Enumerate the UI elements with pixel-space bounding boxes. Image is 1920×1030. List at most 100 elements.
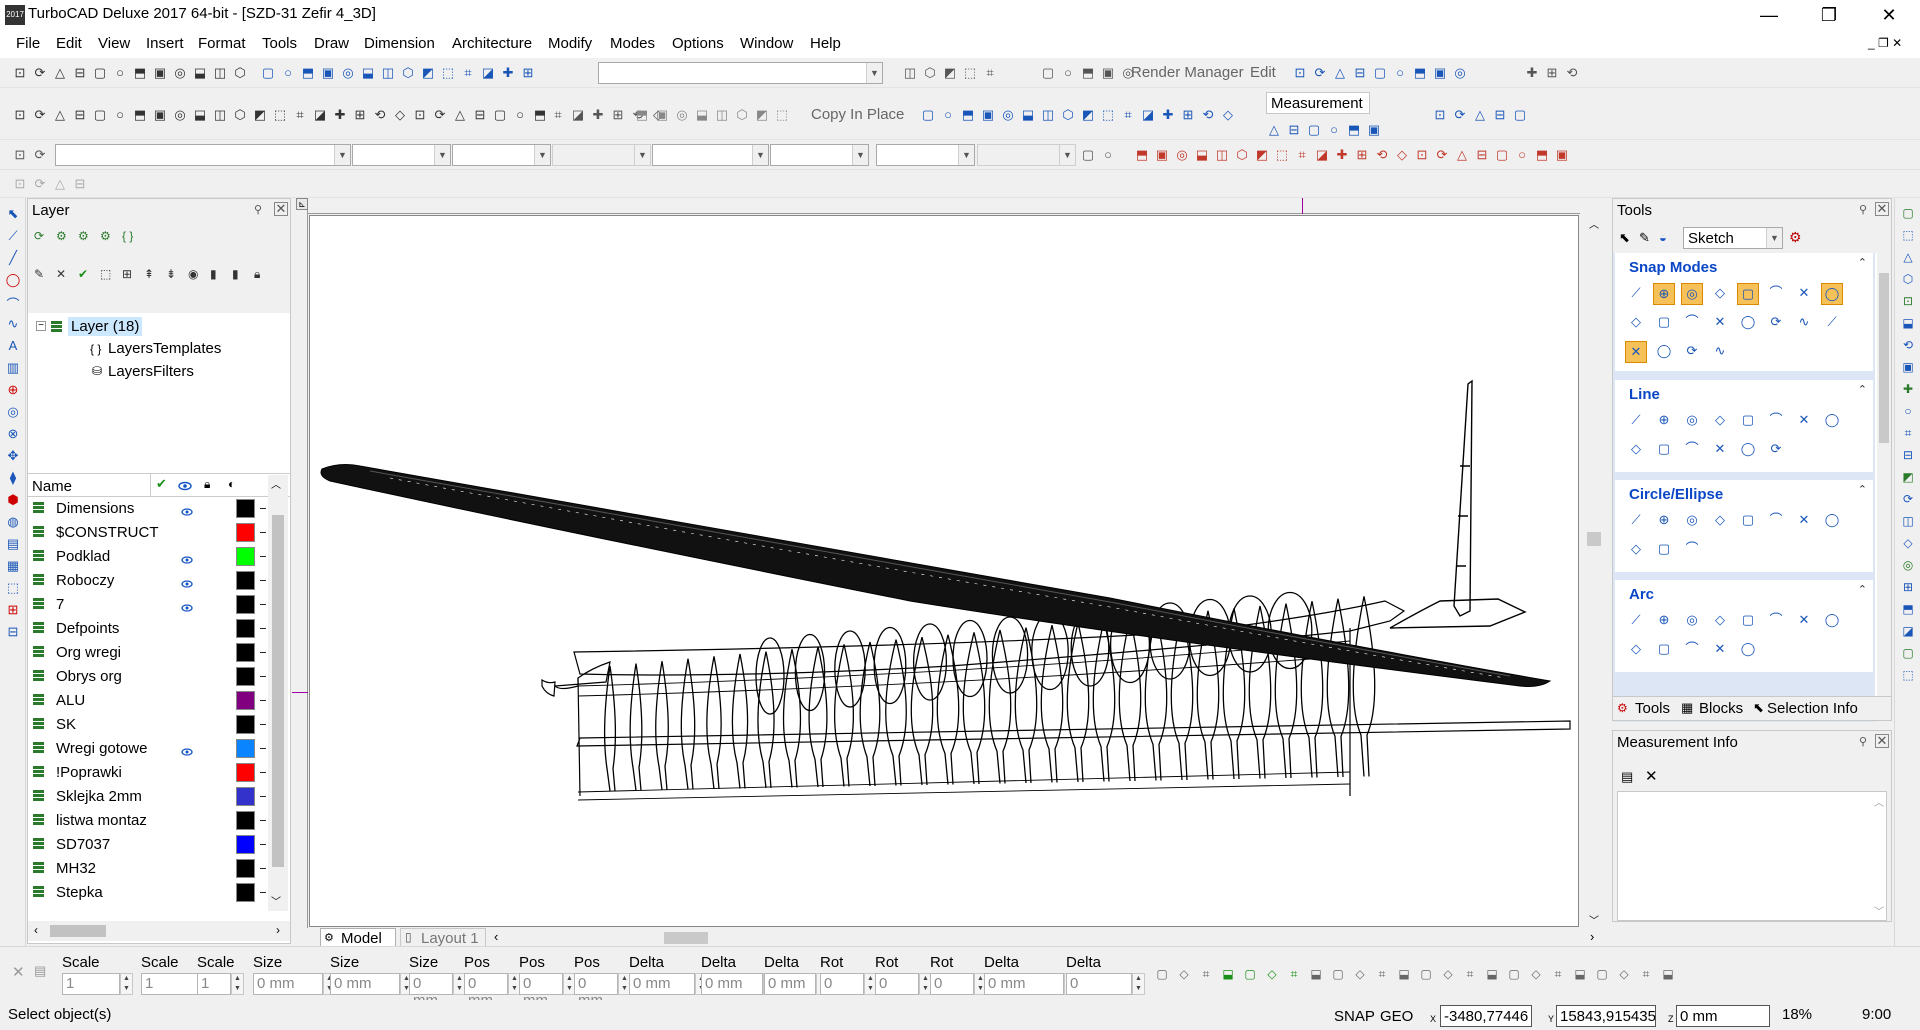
tree-item-layerstemplates[interactable]: LayersTemplates [90, 340, 221, 357]
arc-header[interactable]: Arc [1615, 582, 1875, 606]
layer-action-icon[interactable]: ⚙ [56, 229, 72, 245]
view-combo[interactable]: ▼ [598, 62, 883, 84]
layer-row[interactable]: SK – [28, 713, 266, 737]
right-tool-icon[interactable]: ◇ [1900, 536, 1916, 552]
vertical-tool-icon[interactable]: ◍ [5, 514, 21, 530]
right-tool-icon[interactable]: ◎ [1900, 558, 1916, 574]
menu-view[interactable]: View [98, 35, 130, 52]
measure-tool-icon[interactable]: ⬒ [1346, 122, 1362, 138]
inspector-tool-icon[interactable]: ⬓ [1396, 967, 1412, 983]
x-coord-field[interactable]: -3480,77446 [1440, 1005, 1532, 1027]
layer-row[interactable]: Roboczy – [28, 569, 266, 593]
layer-color-swatch[interactable] [236, 691, 255, 710]
palette-tool-icon[interactable]: ⟳ [1765, 312, 1787, 334]
palette-tool-icon[interactable]: ⌒ [1681, 539, 1703, 561]
inspector-tool-icon[interactable]: ◇ [1440, 967, 1456, 983]
inspector-close-icon[interactable]: ✕ [12, 963, 25, 981]
palette-tool-icon[interactable]: ⌒ [1765, 510, 1787, 532]
pattern-combo[interactable]: ▼ [770, 144, 869, 166]
palette-tool-icon[interactable]: ⊕ [1653, 510, 1675, 532]
layer-color-swatch[interactable] [236, 715, 255, 734]
modify-tool-icon[interactable]: ⊡ [1414, 147, 1430, 163]
camera-tool-icon[interactable]: ▢ [1372, 65, 1388, 81]
layer-action-icon[interactable]: ⟳ [34, 229, 50, 245]
layer-panel-close-icon[interactable]: ✕ [274, 202, 288, 216]
extra-tool-icon[interactable]: ⟳ [32, 176, 48, 192]
circle-ellipse-header[interactable]: Circle/Ellipse [1615, 482, 1875, 506]
palette-tool-icon[interactable]: ⌒ [1765, 410, 1787, 432]
palette-tool-icon[interactable]: ◇ [1709, 510, 1731, 532]
right-tool-icon[interactable]: ⬡ [1900, 272, 1916, 288]
inspector-tool-icon[interactable]: ◇ [1616, 967, 1632, 983]
inspector-table-icon[interactable]: ▤ [34, 963, 46, 979]
menu-draw[interactable]: Draw [314, 35, 349, 52]
modify-tool-icon[interactable]: ⬓ [1194, 147, 1210, 163]
modify-tool-icon[interactable]: ⬒ [1534, 147, 1550, 163]
palette-tool-icon[interactable]: ▢ [1653, 639, 1675, 661]
modify-tool-icon[interactable]: ▢ [1494, 147, 1510, 163]
snap-tool-icon[interactable]: ◫ [1040, 107, 1056, 123]
modify-tool-icon[interactable]: ⬡ [1234, 147, 1250, 163]
misc-tool-icon[interactable]: ✚ [1524, 65, 1540, 81]
view-tool-icon[interactable]: ◫ [380, 65, 396, 81]
layer-row[interactable]: Defpoints – [28, 617, 266, 641]
render-tool-icon[interactable]: ⬒ [1080, 65, 1096, 81]
inspector-field-input[interactable]: 0 mm [764, 973, 816, 995]
menu-edit[interactable]: Edit [56, 35, 82, 52]
menu-format[interactable]: Format [198, 35, 246, 52]
palette-tool-icon[interactable]: ◇ [1625, 539, 1647, 561]
camera-tool-icon[interactable]: △ [1332, 65, 1348, 81]
layer-edit-icon[interactable]: ✕ [56, 267, 72, 283]
snap-tool-icon[interactable]: ⟲ [1200, 107, 1216, 123]
layer-color-swatch[interactable] [236, 811, 255, 830]
palette-tool-icon[interactable]: ⌒ [1681, 439, 1703, 461]
layer-row[interactable]: MH32 – [28, 857, 266, 881]
snap-tool-icon[interactable]: ⬒ [960, 107, 976, 123]
layer-edit-icon[interactable]: ▮ [210, 267, 226, 283]
mdi-controls[interactable]: _ ❐ ✕ [1868, 36, 1902, 50]
shape-tool-icon[interactable]: ⊟ [72, 107, 88, 123]
group-tool-icon[interactable]: ✚ [590, 107, 606, 123]
array-tool-icon[interactable]: ⬡ [734, 107, 750, 123]
menu-options[interactable]: Options [672, 35, 724, 52]
camera-tool-icon[interactable]: ◎ [1452, 65, 1468, 81]
inspector-spinner[interactable]: ▲▼ [120, 973, 133, 995]
right-tool-icon[interactable]: ◩ [1900, 470, 1916, 486]
palette-tool-icon[interactable]: ◇ [1709, 610, 1731, 632]
column-lock-icon[interactable]: 🔒︎ [204, 477, 210, 492]
vertical-tool-icon[interactable]: ⊞ [5, 602, 21, 618]
inspector-field-input[interactable]: 0 mm [701, 973, 763, 995]
scroll-left-icon[interactable]: ‹ [34, 923, 38, 937]
menu-dimension[interactable]: Dimension [364, 35, 435, 52]
palette-tool-icon[interactable]: ⌒ [1681, 312, 1703, 334]
inspector-tool-icon[interactable]: ▢ [1154, 967, 1170, 983]
vertical-tool-icon[interactable]: ∿ [5, 316, 21, 332]
modify-tool-icon[interactable]: △ [1454, 147, 1470, 163]
right-tool-icon[interactable]: ⬒ [1900, 602, 1916, 618]
menu-modify[interactable]: Modify [548, 35, 592, 52]
snap-tool-icon[interactable]: ⌗ [1120, 107, 1136, 123]
modify-tool-icon[interactable]: ◇ [1394, 147, 1410, 163]
palette-tool-icon[interactable]: ⟋ [1625, 410, 1647, 432]
shape-tool-icon[interactable]: ◎ [172, 107, 188, 123]
layer-color-swatch[interactable] [236, 883, 255, 902]
shape-tool-icon[interactable]: ⟳ [432, 107, 448, 123]
inspector-tool-icon[interactable]: ⌗ [1638, 967, 1654, 983]
measurement-scroll-up-icon[interactable]: ︿ [1874, 794, 1884, 809]
menu-modes[interactable]: Modes [610, 35, 655, 52]
inspector-tool-icon[interactable]: ⌗ [1374, 967, 1390, 983]
modify-tool-icon[interactable]: ⬒ [1134, 147, 1150, 163]
measure-tool-icon[interactable]: ▢ [1306, 122, 1322, 138]
modify-tool-icon[interactable]: ⊞ [1354, 147, 1370, 163]
standard-tool-icon[interactable]: ⊟ [72, 65, 88, 81]
shape-tool-icon[interactable]: ○ [112, 107, 128, 123]
tools-vscrollbar[interactable] [1877, 253, 1891, 722]
palette-tool-icon[interactable]: ◎ [1681, 283, 1703, 305]
menu-file[interactable]: File [16, 35, 40, 52]
render-tool-icon[interactable]: ▢ [1040, 65, 1056, 81]
visibility-eye-icon[interactable] [181, 503, 193, 516]
tab-blocks[interactable]: Blocks [1699, 700, 1743, 717]
palette-tool-icon[interactable]: ⟋ [1625, 283, 1647, 305]
camera-tool-icon[interactable]: ⟳ [1312, 65, 1328, 81]
visibility-eye-icon[interactable] [181, 551, 193, 564]
